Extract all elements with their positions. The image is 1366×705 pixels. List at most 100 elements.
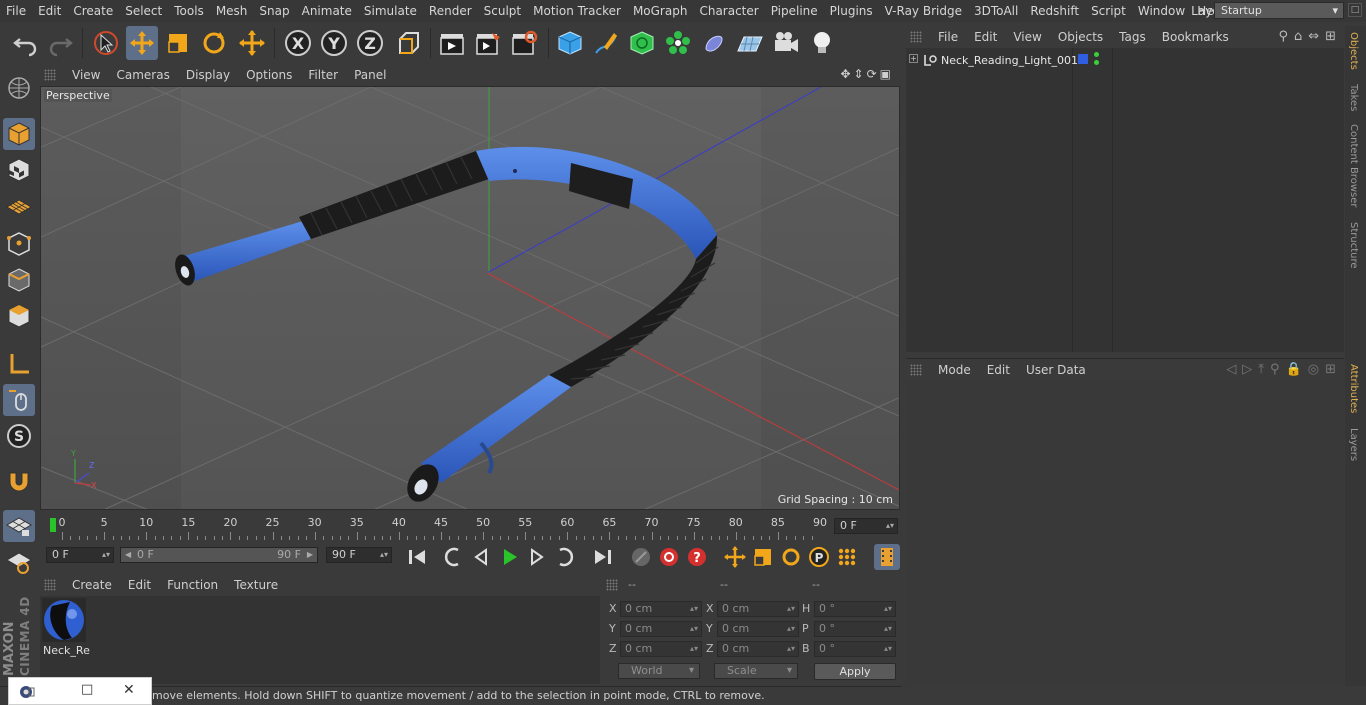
coordinate-system-button[interactable] bbox=[392, 26, 424, 60]
coord-rot-p-field[interactable]: 0 ° ▴▾ bbox=[814, 621, 896, 637]
key-position-button[interactable] bbox=[722, 544, 748, 570]
magnet-button[interactable] bbox=[3, 466, 35, 498]
pen-spline-button[interactable] bbox=[590, 26, 622, 60]
object-name[interactable]: Neck_Reading_Light_001 bbox=[941, 54, 1078, 67]
model-mode-button[interactable] bbox=[3, 118, 35, 150]
om-menu-bookmarks[interactable]: Bookmarks bbox=[1154, 30, 1237, 44]
x-axis-lock-button[interactable]: X bbox=[282, 26, 314, 60]
render-to-picture-viewer-button[interactable] bbox=[472, 26, 504, 60]
workplane-lock-button[interactable] bbox=[3, 510, 35, 542]
deformer-button[interactable] bbox=[698, 26, 730, 60]
timeline-ruler[interactable]: 0 5 10 15 20 25 30 35 40 45 50 55 60 65 70 75 80 85 90 0 F… bbox=[40, 512, 900, 544]
record-active-objects-button[interactable] bbox=[628, 544, 654, 570]
axis-mode-button[interactable] bbox=[3, 348, 35, 380]
perspective-viewport[interactable]: Perspective Y Z X Grid Spacing : 10 cm bbox=[40, 86, 900, 510]
am-header-icons[interactable]: ◁▷⤒⚲🔒◎⊞ bbox=[1226, 362, 1342, 377]
om-header-icons[interactable]: ⚲⌂⇔⊞ bbox=[1278, 29, 1342, 44]
material-menu-texture[interactable]: Texture bbox=[226, 578, 286, 592]
menu-select[interactable]: Select bbox=[119, 0, 168, 22]
menu-script[interactable]: Script bbox=[1085, 0, 1132, 22]
viewport-menu-view[interactable]: View bbox=[64, 68, 108, 82]
keyframe-selection-button[interactable]: ? bbox=[684, 544, 710, 570]
coord-pos-y-field[interactable]: 0 cm ▴▾ bbox=[620, 621, 702, 637]
material-menu-create[interactable]: Create bbox=[64, 578, 120, 592]
polygons-mode-button[interactable] bbox=[3, 300, 35, 332]
workplane-rotate-button[interactable] bbox=[3, 546, 35, 578]
menu-pipeline[interactable]: Pipeline bbox=[765, 0, 824, 22]
frame-ruler[interactable]: 0 5 10 15 20 25 30 35 40 45 50 55 60 65 70 75 80 85 90 bbox=[50, 514, 830, 542]
close-icon[interactable]: ✕ bbox=[123, 682, 135, 698]
minimized-window-bar[interactable]: □ ✕ bbox=[8, 677, 152, 705]
material-menu-function[interactable]: Function bbox=[159, 578, 226, 592]
key-rotation-button[interactable] bbox=[778, 544, 804, 570]
coord-size-z-field[interactable]: 0 cm ▴▾ bbox=[717, 641, 799, 657]
coord-pos-z-field[interactable]: 0 cm ▴▾ bbox=[620, 641, 702, 657]
material-manager-area[interactable]: Neck_Re bbox=[40, 596, 600, 684]
viewport-menu-panel[interactable]: Panel bbox=[346, 68, 394, 82]
maximize-icon[interactable]: □ bbox=[81, 682, 93, 697]
scale-tool-button[interactable] bbox=[162, 26, 194, 60]
next-keyframe-button[interactable] bbox=[552, 544, 578, 570]
editor-visibility-dot[interactable] bbox=[1094, 52, 1099, 57]
rotate-tool-button[interactable] bbox=[198, 26, 230, 60]
menu-animate[interactable]: Animate bbox=[296, 0, 358, 22]
menu-file[interactable]: File bbox=[0, 0, 32, 22]
panel-grip-icon[interactable] bbox=[606, 579, 618, 591]
key-scale-button[interactable] bbox=[750, 544, 776, 570]
tab-objects[interactable]: Objects bbox=[1348, 32, 1359, 70]
om-menu-file[interactable]: File bbox=[930, 30, 966, 44]
live-selection-button[interactable] bbox=[90, 26, 122, 60]
timeline-window-button[interactable] bbox=[874, 544, 900, 570]
coord-size-x-field[interactable]: 0 cm ▴▾ bbox=[717, 601, 799, 617]
tab-attributes[interactable]: Attributes bbox=[1348, 364, 1359, 413]
tab-structure[interactable]: Structure bbox=[1348, 222, 1359, 269]
am-menu-user-data[interactable]: User Data bbox=[1018, 363, 1094, 377]
expand-toggle-icon[interactable]: + bbox=[909, 54, 918, 63]
render-settings-button[interactable] bbox=[508, 26, 540, 60]
previous-frame-button[interactable] bbox=[468, 544, 494, 570]
tweak-mode-button[interactable] bbox=[3, 384, 35, 416]
om-menu-view[interactable]: View bbox=[1005, 30, 1049, 44]
panel-grip-icon[interactable] bbox=[910, 31, 922, 43]
coord-scale-dropdown[interactable]: Scale bbox=[714, 663, 798, 679]
viewport-menu-display[interactable]: Display bbox=[178, 68, 238, 82]
coord-apply-button[interactable]: Apply bbox=[814, 663, 896, 680]
redo-button[interactable] bbox=[44, 26, 76, 60]
floor-button[interactable] bbox=[734, 26, 766, 60]
points-mode-button[interactable] bbox=[3, 228, 35, 260]
panel-grip-icon[interactable] bbox=[910, 363, 922, 376]
key-parameter-button[interactable]: P bbox=[806, 544, 832, 570]
frame-range-slider[interactable]: ◀ 0 F 90 F ▶ bbox=[120, 547, 318, 563]
menu-edit[interactable]: Edit bbox=[32, 0, 67, 22]
tab-layers[interactable]: Layers bbox=[1348, 428, 1359, 461]
menu-simulate[interactable]: Simulate bbox=[358, 0, 423, 22]
object-manager-list[interactable]: + Neck_Reading_Light_001 bbox=[906, 48, 1344, 352]
am-menu-edit[interactable]: Edit bbox=[979, 363, 1018, 377]
menu-mograph[interactable]: MoGraph bbox=[627, 0, 694, 22]
subdivision-surface-button[interactable] bbox=[626, 26, 658, 60]
snap-button[interactable]: S bbox=[3, 420, 35, 452]
menu-redshift[interactable]: Redshift bbox=[1024, 0, 1085, 22]
viewport-menu-options[interactable]: Options bbox=[238, 68, 300, 82]
z-axis-lock-button[interactable]: Z bbox=[354, 26, 386, 60]
move-tool-button[interactable] bbox=[126, 26, 158, 60]
coord-rot-h-field[interactable]: 0 ° ▴▾ bbox=[814, 601, 896, 617]
menu-tools[interactable]: Tools bbox=[168, 0, 210, 22]
menu-vray-bridge[interactable]: V-Ray Bridge bbox=[879, 0, 968, 22]
texture-mode-button[interactable] bbox=[3, 154, 35, 186]
workplane-mode-button[interactable] bbox=[3, 190, 35, 222]
om-menu-edit[interactable]: Edit bbox=[966, 30, 1005, 44]
edges-mode-button[interactable] bbox=[3, 264, 35, 296]
cube-primitive-button[interactable] bbox=[554, 26, 586, 60]
menu-window[interactable]: Window bbox=[1132, 0, 1191, 22]
coord-rot-b-field[interactable]: 0 ° ▴▾ bbox=[814, 641, 896, 657]
viewport-menu-cameras[interactable]: Cameras bbox=[108, 68, 177, 82]
autokeying-button[interactable] bbox=[656, 544, 682, 570]
camera-button[interactable] bbox=[770, 26, 802, 60]
viewport-camera-label[interactable]: Perspective bbox=[44, 89, 112, 102]
transform-tool-button[interactable] bbox=[236, 26, 268, 60]
current-frame-field[interactable]: 0 F ▴▾ bbox=[834, 518, 898, 534]
om-menu-tags[interactable]: Tags bbox=[1111, 30, 1154, 44]
material-thumbnail[interactable] bbox=[42, 598, 86, 642]
menu-character[interactable]: Character bbox=[693, 0, 764, 22]
